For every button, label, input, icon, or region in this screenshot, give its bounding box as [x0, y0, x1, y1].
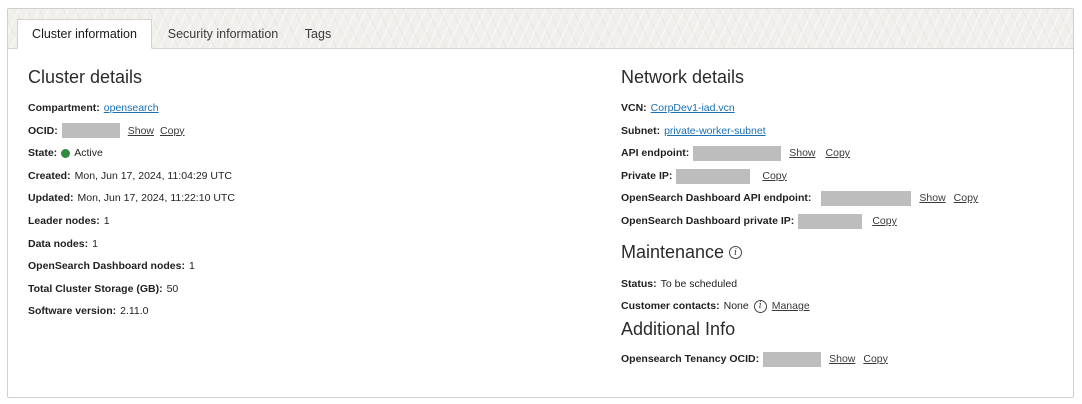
maintenance-status-row: Status: To be scheduled: [621, 273, 1061, 296]
created-label: Created:: [28, 169, 71, 182]
updated-value: Mon, Jun 17, 2024, 11:22:10 UTC: [77, 192, 235, 205]
dashboard-private-ip-label: OpenSearch Dashboard private IP:: [621, 214, 795, 227]
vcn-label: VCN:: [621, 102, 647, 114]
ocid-row: OCID: Show Copy: [28, 120, 588, 143]
tab-tags[interactable]: Tags: [295, 19, 341, 49]
maintenance-title: Maintenance i: [621, 241, 1061, 265]
network-details-section: Network details VCN: CorpDev1-iad.vcn Su…: [621, 65, 1061, 370]
created-row: Created: Mon, Jun 17, 2024, 11:04:29 UTC: [28, 165, 588, 188]
private-ip-label: Private IP:: [621, 169, 673, 182]
vcn-link[interactable]: CorpDev1-iad.vcn: [651, 97, 735, 120]
api-endpoint-label: API endpoint:: [621, 147, 690, 160]
maintenance-info-icon[interactable]: i: [729, 246, 743, 260]
customer-contacts-info-icon[interactable]: i: [753, 299, 767, 313]
dashboard-api-endpoint-show-button[interactable]: Show: [919, 187, 945, 210]
software-version-label: Software version:: [28, 305, 117, 318]
data-nodes-value: 1: [92, 237, 98, 250]
leader-nodes-label: Leader nodes:: [28, 214, 100, 227]
dashboard-nodes-value: 1: [188, 260, 195, 273]
storage-row: Total Cluster Storage (GB): 50: [28, 278, 588, 301]
compartment-label: Compartment:: [28, 102, 100, 114]
storage-label: Total Cluster Storage (GB):: [28, 282, 163, 295]
tenancy-ocid-show-button[interactable]: Show: [829, 348, 855, 371]
cluster-details-section: Cluster details Compartment: opensearch …: [28, 65, 588, 323]
ocid-redacted-value: [61, 123, 120, 139]
tenancy-ocid-copy-button[interactable]: Copy: [863, 348, 888, 371]
dashboard-api-endpoint-row: OpenSearch Dashboard API endpoint: Show …: [621, 187, 1061, 210]
maintenance-status-label: Status:: [621, 277, 657, 290]
tenancy-ocid-label: Opensearch Tenancy OCID:: [621, 352, 760, 365]
software-version-value: 2.11.0: [120, 305, 149, 318]
updated-label: Updated:: [28, 192, 74, 205]
maintenance-title-text: Maintenance: [621, 242, 725, 263]
network-details-title: Network details: [621, 66, 745, 87]
maintenance-status-value: To be scheduled: [660, 277, 738, 290]
tenancy-ocid-redacted-value: [763, 351, 822, 367]
api-endpoint-redacted-value: [693, 145, 782, 161]
customer-contacts-row: Customer contacts: None i Manage: [621, 295, 1061, 318]
dashboard-api-endpoint-label: OpenSearch Dashboard API endpoint:: [621, 192, 812, 205]
dashboard-nodes-row: OpenSearch Dashboard nodes: 1: [28, 255, 588, 278]
dashboard-private-ip-copy-button[interactable]: Copy: [872, 210, 897, 233]
compartment-row: Compartment: opensearch: [28, 97, 588, 120]
leader-nodes-row: Leader nodes: 1: [28, 210, 588, 233]
dashboard-private-ip-row: OpenSearch Dashboard private IP: Copy: [621, 210, 1061, 233]
state-label: State:: [28, 147, 58, 160]
customer-contacts-label: Customer contacts:: [621, 300, 720, 313]
private-ip-row: Private IP: Copy: [621, 165, 1061, 188]
api-endpoint-show-button[interactable]: Show: [789, 142, 815, 165]
api-endpoint-copy-button[interactable]: Copy: [826, 142, 851, 165]
data-nodes-label: Data nodes:: [28, 237, 89, 250]
details-panel: Cluster information Security information…: [7, 8, 1074, 398]
tab-bar: Cluster information Security information…: [8, 9, 1073, 49]
private-ip-copy-button[interactable]: Copy: [762, 165, 787, 188]
additional-info-title: Additional Info: [621, 319, 736, 340]
updated-row: Updated: Mon, Jun 17, 2024, 11:22:10 UTC: [28, 187, 588, 210]
state-row: State: Active: [28, 142, 588, 165]
dashboard-nodes-label: OpenSearch Dashboard nodes:: [28, 260, 185, 273]
tab-security-information[interactable]: Security information: [158, 19, 288, 49]
ocid-show-button[interactable]: Show: [128, 120, 154, 143]
private-ip-redacted-value: [676, 168, 751, 184]
created-value: Mon, Jun 17, 2024, 11:04:29 UTC: [74, 169, 233, 182]
subnet-link[interactable]: private-worker-subnet: [664, 120, 766, 143]
dashboard-api-endpoint-redacted-value: [821, 191, 912, 207]
state-value: Active: [74, 147, 103, 160]
ocid-label: OCID:: [28, 124, 58, 137]
subnet-label: Subnet:: [621, 124, 661, 137]
dashboard-private-ip-redacted-value: [798, 213, 863, 229]
manage-contacts-link[interactable]: Manage: [772, 295, 810, 318]
software-version-row: Software version: 2.11.0: [28, 300, 588, 323]
customer-contacts-value: None: [723, 300, 749, 313]
ocid-copy-button[interactable]: Copy: [160, 120, 185, 143]
leader-nodes-value: 1: [103, 214, 110, 227]
api-endpoint-row: API endpoint: Show Copy: [621, 142, 1061, 165]
tab-cluster-information[interactable]: Cluster information: [17, 19, 152, 49]
subnet-row: Subnet: private-worker-subnet: [621, 120, 1061, 143]
cluster-details-title: Cluster details: [28, 66, 143, 87]
storage-value: 50: [166, 282, 179, 295]
compartment-link[interactable]: opensearch: [104, 97, 159, 120]
data-nodes-row: Data nodes: 1: [28, 233, 588, 256]
active-status-icon: [61, 148, 71, 158]
tenancy-ocid-row: Opensearch Tenancy OCID: Show Copy: [621, 348, 1061, 371]
vcn-row: VCN: CorpDev1-iad.vcn: [621, 97, 1061, 120]
dashboard-api-endpoint-copy-button[interactable]: Copy: [954, 187, 979, 210]
